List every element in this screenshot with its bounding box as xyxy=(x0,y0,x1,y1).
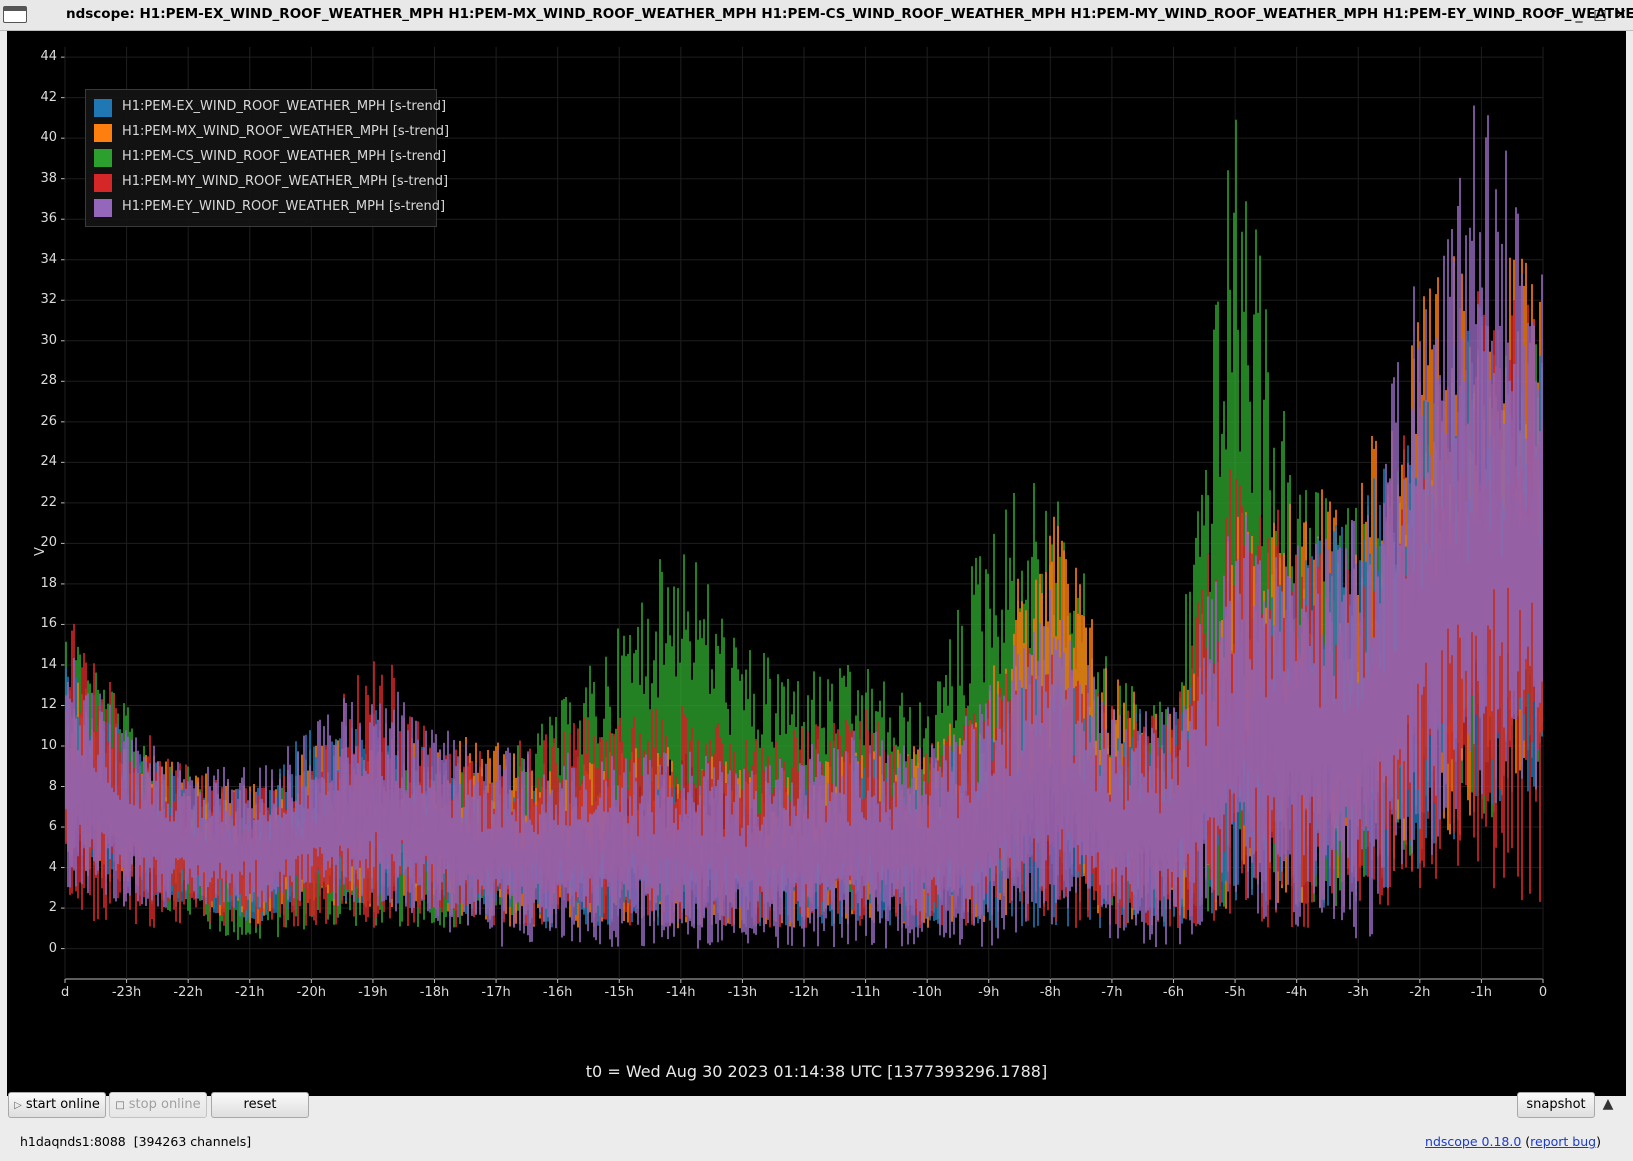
x-tick-label: -7h xyxy=(1101,985,1123,1000)
x-tick-label: -12h xyxy=(789,985,819,1000)
version-link[interactable]: ndscope 0.18.0 xyxy=(1425,1134,1521,1149)
y-tick-label: 30 xyxy=(40,332,57,348)
close-icon[interactable]: ✕ xyxy=(1610,4,1632,26)
y-tick-label: 38 xyxy=(40,170,57,186)
y-tick-label: 8 xyxy=(48,778,57,794)
y-tick-label: 0 xyxy=(48,940,57,956)
stop-online-button[interactable]: □ stop online xyxy=(109,1092,207,1118)
x-tick-label: -11h xyxy=(850,985,881,1000)
legend-label: H1:PEM-CS_WIND_ROOF_WEATHER_MPH [s-trend… xyxy=(122,149,447,164)
x-tick-label: -18h xyxy=(419,985,450,1000)
snapshot-button[interactable]: snapshot xyxy=(1517,1092,1595,1118)
start-online-button[interactable]: ▷ start online xyxy=(8,1092,106,1118)
x-tick-label: -9h xyxy=(978,985,1000,1000)
y-tick-label: 4 xyxy=(48,859,57,875)
window-icon[interactable] xyxy=(3,6,27,23)
x-tick-label: -10h xyxy=(912,985,942,1000)
collapse-arrow-icon[interactable]: ▲ xyxy=(1599,1095,1617,1113)
legend-swatch xyxy=(94,124,112,142)
x-tick-label: -22h xyxy=(173,985,203,1000)
legend-swatch xyxy=(94,99,112,117)
start-online-label: start online xyxy=(25,1097,100,1112)
x-tick-label: -5h xyxy=(1224,985,1246,1000)
legend-label: H1:PEM-EY_WIND_ROOF_WEATHER_MPH [s-trend… xyxy=(122,199,446,214)
y-tick-label: 40 xyxy=(40,130,57,146)
x-tick-label: -1h xyxy=(1470,985,1492,1000)
stop-icon: □ xyxy=(115,1100,125,1111)
x-tick-label: -4h xyxy=(1286,985,1308,1000)
y-axis-label: V xyxy=(33,547,48,556)
stop-online-label: stop online xyxy=(128,1097,201,1112)
x-tick-label: 0 xyxy=(1538,985,1548,1000)
y-tick-label: 32 xyxy=(40,292,57,308)
y-tick-label: 12 xyxy=(40,697,57,713)
y-tick-label: 42 xyxy=(40,89,57,105)
legend-label: H1:PEM-MX_WIND_ROOF_WEATHER_MPH [s-trend… xyxy=(122,124,450,139)
x-tick-label: -2h xyxy=(1409,985,1431,1000)
reset-button[interactable]: reset xyxy=(211,1092,309,1118)
y-tick-label: 16 xyxy=(40,616,57,632)
y-tick-label: 24 xyxy=(40,454,57,470)
legend[interactable]: H1:PEM-EX_WIND_ROOF_WEATHER_MPH [s-trend… xyxy=(85,89,449,227)
t0-label: t0 = Wed Aug 30 2023 01:14:38 UTC [13773… xyxy=(585,1062,1048,1081)
play-icon: ▷ xyxy=(14,1100,22,1111)
maximize-icon[interactable]: □ xyxy=(1589,4,1611,26)
y-tick-label: 28 xyxy=(40,373,57,389)
y-tick-label: 22 xyxy=(40,494,57,510)
x-tick-label: -13h xyxy=(727,985,758,1000)
y-tick-label: 6 xyxy=(48,819,57,835)
legend-swatch xyxy=(94,149,112,167)
y-tick-label: 34 xyxy=(40,251,57,267)
shade-up-icon[interactable]: ⌃ xyxy=(1542,4,1564,26)
y-tick-label: 18 xyxy=(40,575,57,591)
report-bug-link[interactable]: report bug xyxy=(1530,1134,1596,1149)
legend-swatch xyxy=(94,199,112,217)
legend-label: H1:PEM-MY_WIND_ROOF_WEATHER_MPH [s-trend… xyxy=(122,174,449,189)
x-tick-label: -3h xyxy=(1347,985,1369,1000)
y-tick-label: 14 xyxy=(40,656,57,672)
x-tick-label: -19h xyxy=(358,985,388,1000)
legend-label: H1:PEM-EX_WIND_ROOF_WEATHER_MPH [s-trend… xyxy=(122,99,447,114)
x-tick-label: -21h xyxy=(235,985,265,1000)
y-tick-label: 10 xyxy=(40,738,57,753)
x-tick-label: -8h xyxy=(1039,985,1061,1000)
version-info: ndscope 0.18.0 (report bug) xyxy=(1425,1134,1601,1149)
window-title: ndscope: H1:PEM-EX_WIND_ROOF_WEATHER_MPH… xyxy=(66,6,1633,22)
title-bar: ndscope: H1:PEM-EX_WIND_ROOF_WEATHER_MPH… xyxy=(0,0,1633,31)
y-tick-label: 26 xyxy=(40,413,57,429)
x-tick-label: -16h xyxy=(542,985,573,1000)
y-tick-label: 36 xyxy=(40,211,57,227)
plot-area[interactable]: 44 42 40 38 36 34 32 30 28 26 24 22 20 18 16 14 12 10 8 6 4 2… xyxy=(7,31,1626,1096)
x-tick-label: -6h xyxy=(1162,985,1185,1000)
minimize-icon[interactable]: _ xyxy=(1568,4,1590,26)
y-tick-label: 44 xyxy=(40,49,57,65)
legend-swatch xyxy=(94,174,112,192)
x-tick-label: -20h xyxy=(296,985,327,1000)
server-status: h1daqnds1:8088 [394263 channels] xyxy=(20,1134,252,1149)
y-tick-label: 2 xyxy=(48,900,57,916)
x-tick-label: -15h xyxy=(604,985,634,1000)
x-tick-label: -14h xyxy=(666,985,696,1000)
x-tick-label: -23h xyxy=(111,985,142,1000)
x-tick-label: -17h xyxy=(481,985,511,1000)
